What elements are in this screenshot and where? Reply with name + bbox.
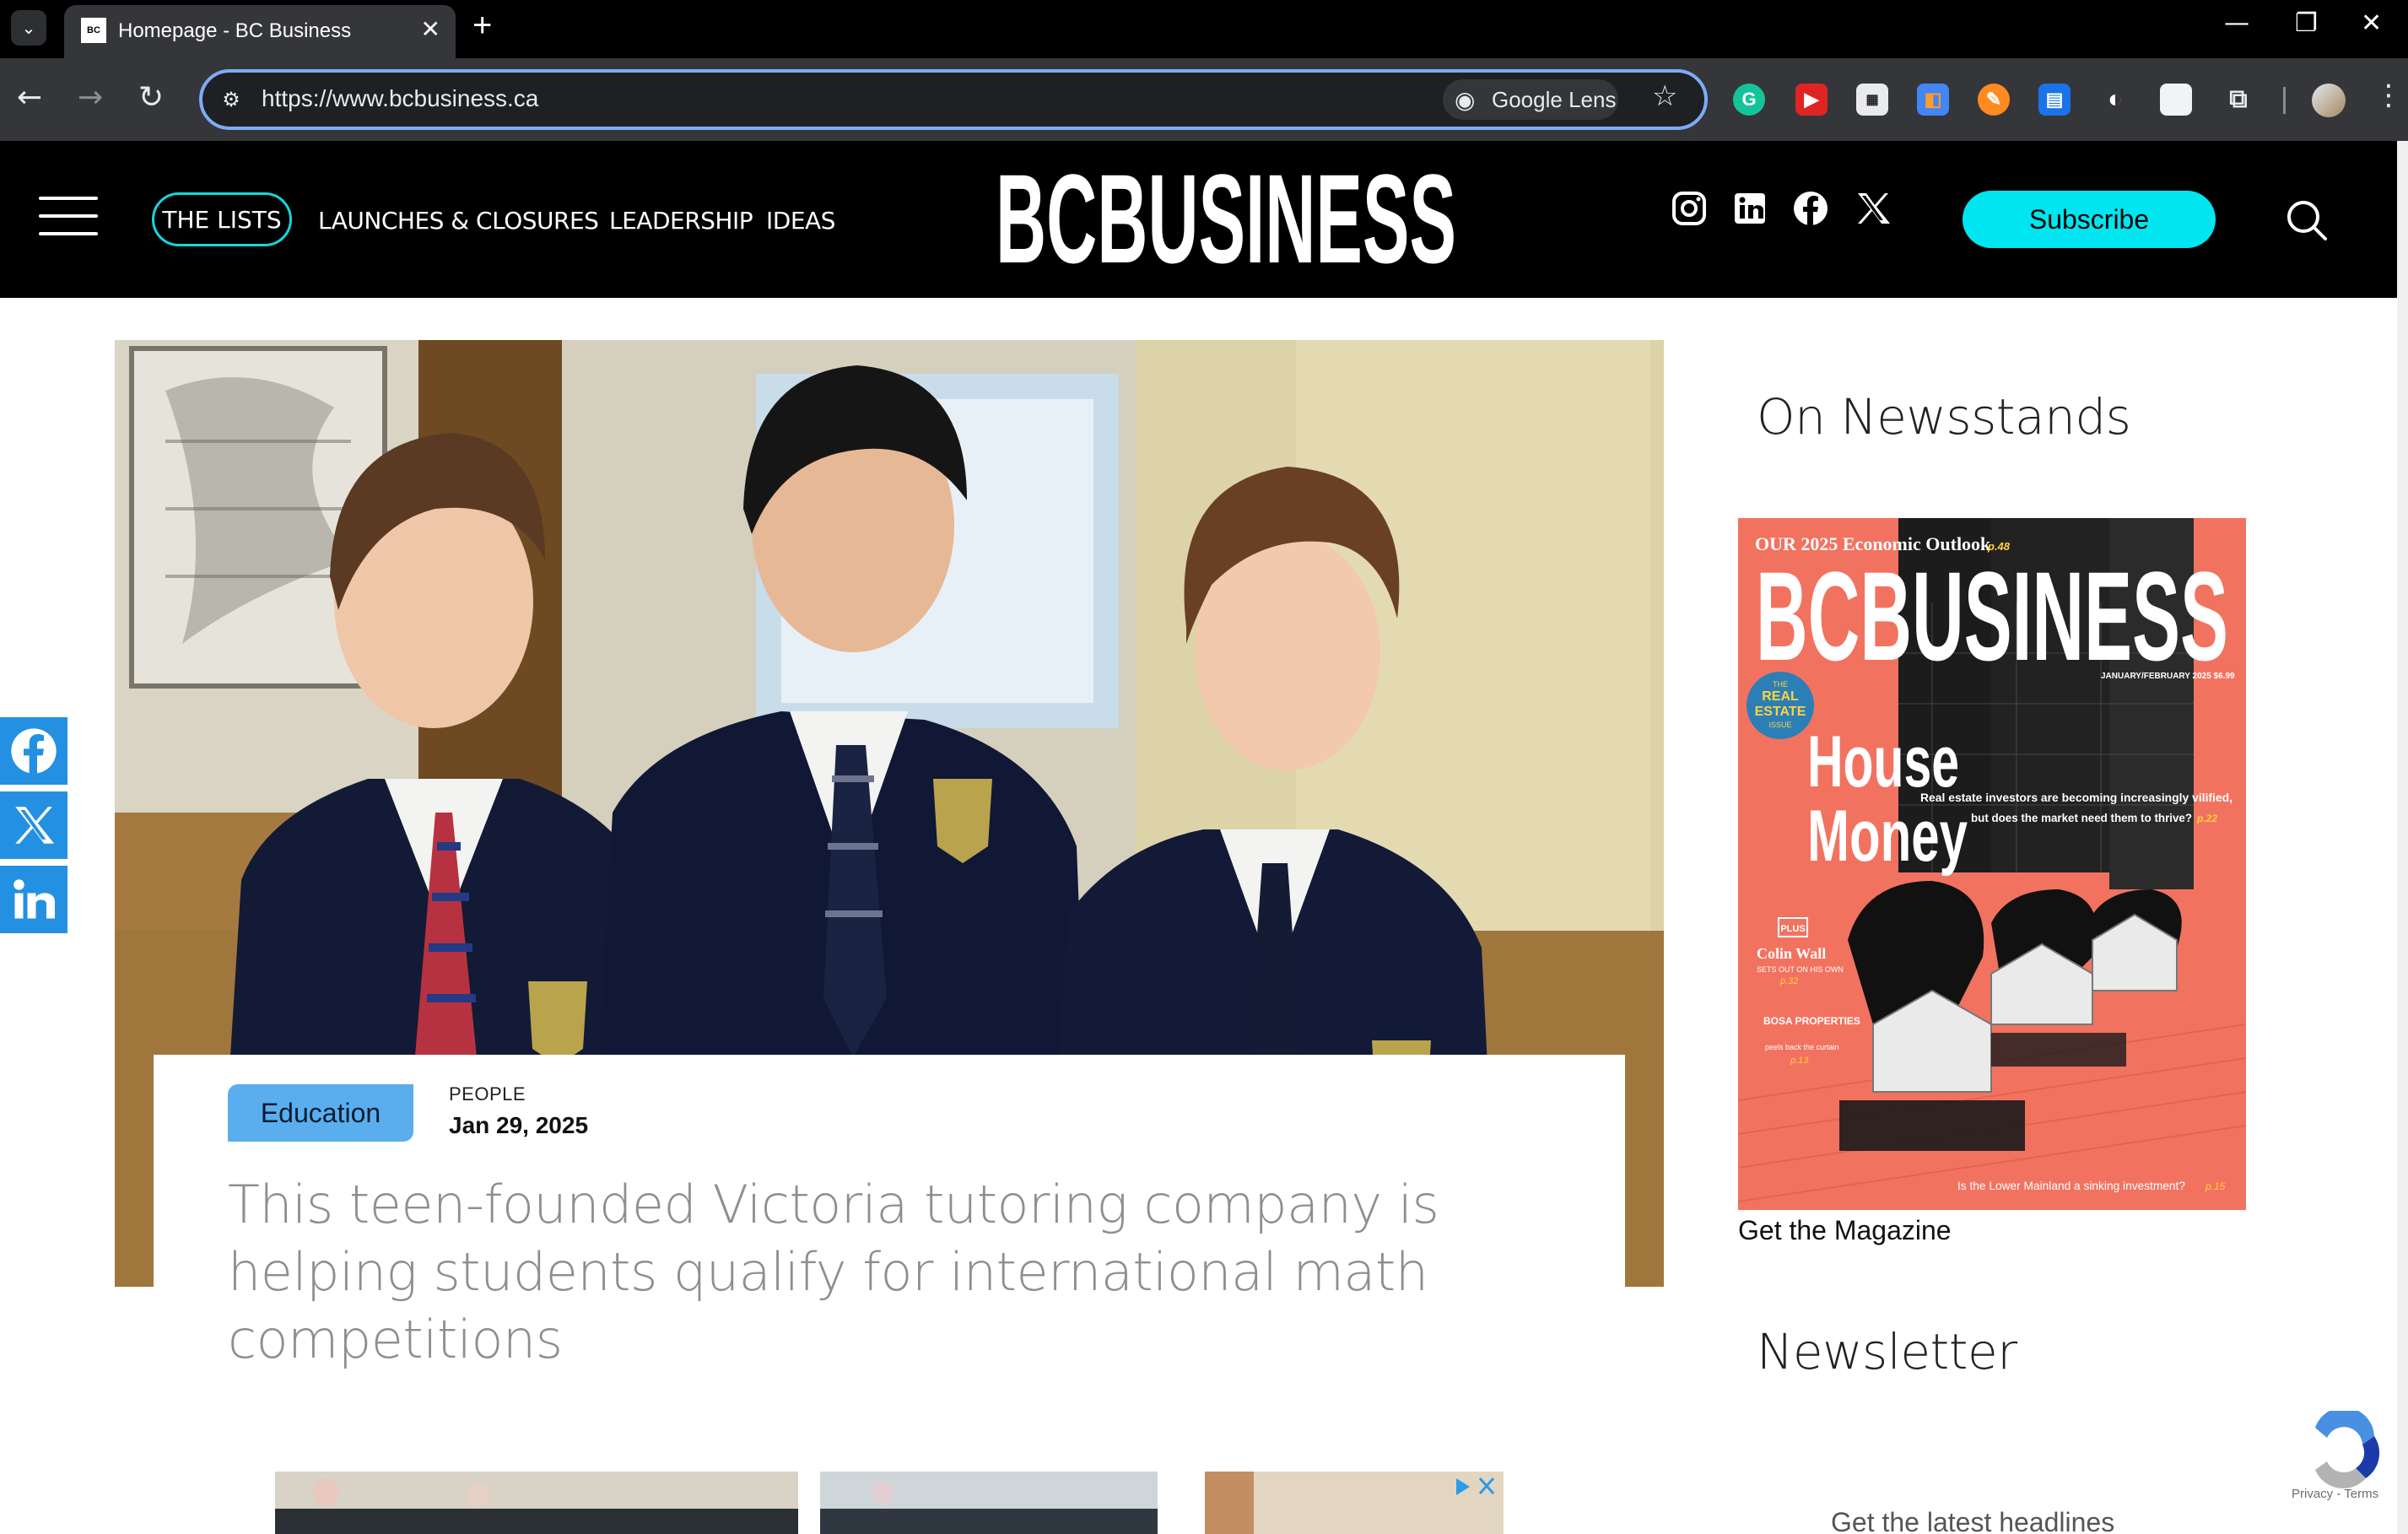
hamburger-menu-icon[interactable] xyxy=(39,197,98,237)
svg-text:THE: THE xyxy=(1773,680,1788,689)
forward-button[interactable]: → xyxy=(78,80,103,115)
browser-toolbar: ← → ↻ ⚙ https://www.bcbusiness.ca ◉ Goog… xyxy=(0,58,2408,141)
share-facebook-button[interactable] xyxy=(0,717,67,785)
linkedin-icon[interactable] xyxy=(1730,188,1770,229)
on-newsstands-heading: On Newsstands xyxy=(1757,388,2131,446)
address-bar[interactable]: ⚙ https://www.bcbusiness.ca ◉ Google Len… xyxy=(199,69,1708,130)
reload-button[interactable]: ↻ xyxy=(138,80,164,115)
tab-favicon: BC xyxy=(81,18,106,43)
youtube-extension-icon[interactable]: ▶ xyxy=(1795,84,1828,116)
back-button[interactable]: ← xyxy=(17,80,42,115)
svg-text:p.15: p.15 xyxy=(2205,1180,2226,1192)
site-info-icon[interactable]: ⚙ xyxy=(214,83,248,116)
svg-text:p.32: p.32 xyxy=(1779,976,1798,986)
svg-text:Colin Wall: Colin Wall xyxy=(1757,945,1826,962)
article-headline[interactable]: This teen-founded Victoria tutoring comp… xyxy=(228,1171,1544,1374)
recaptcha-privacy-link[interactable]: Privacy xyxy=(2292,1487,2333,1501)
site-header: THE LISTS LAUNCHES & CLOSURES LEADERSHIP… xyxy=(0,141,2397,298)
share-linkedin-button[interactable] xyxy=(0,866,67,933)
svg-text:p.13: p.13 xyxy=(1790,1056,1809,1066)
bcbusiness-logo[interactable]: BCBUSINESS xyxy=(992,159,1460,278)
tab-close-icon[interactable]: ✕ xyxy=(421,15,440,43)
tab-title: Homepage - BC Business xyxy=(118,19,352,42)
cover-issue: JANUARY/FEBRUARY 2025 $6.99 xyxy=(2101,672,2235,681)
restore-button[interactable]: ❐ xyxy=(2295,8,2318,38)
svg-text:SETS OUT ON HIS OWN: SETS OUT ON HIS OWN xyxy=(1757,965,1844,974)
instagram-icon[interactable] xyxy=(1669,188,1709,229)
minimize-button[interactable]: — xyxy=(2224,8,2249,38)
svg-text:PLUS: PLUS xyxy=(1780,924,1805,934)
subscribe-button[interactable]: Subscribe xyxy=(1963,191,2216,248)
nav-launches-closures[interactable]: LAUNCHES & CLOSURES xyxy=(318,207,599,235)
page-scrollbar[interactable] xyxy=(2397,141,2408,1534)
recaptcha-terms-link[interactable]: Terms xyxy=(2344,1487,2378,1501)
svg-text:ESTATE: ESTATE xyxy=(1755,705,1806,719)
nav-the-lists[interactable]: THE LISTS xyxy=(152,192,292,246)
article-date: Jan 29, 2025 xyxy=(449,1112,589,1138)
extensions-puzzle-icon[interactable]: ⧉ xyxy=(2222,84,2254,116)
recaptcha-icon xyxy=(2315,1411,2374,1445)
advertisement-banner[interactable] xyxy=(275,1472,1504,1534)
svg-text:p.22: p.22 xyxy=(2196,813,2217,824)
google-lens-label: Google Lens xyxy=(1492,86,1617,112)
google-lens-button[interactable]: ◉ Google Lens xyxy=(1443,79,1618,120)
facebook-icon[interactable] xyxy=(1790,188,1831,229)
cover-masthead: BCBUSINESS xyxy=(1756,545,2228,687)
logo-text: BCBUSINESS xyxy=(996,159,1456,278)
facebook-icon xyxy=(11,728,57,774)
newsletter-subheading: Get the latest headlines xyxy=(1831,1507,2115,1534)
nav-ideas[interactable]: IDEAS xyxy=(766,207,835,235)
get-the-magazine-link[interactable]: Get the Magazine xyxy=(1738,1215,1952,1246)
nav-leadership[interactable]: LEADERSHIP xyxy=(609,207,753,235)
qr-code-extension-icon[interactable]: ▦ xyxy=(1856,84,1888,116)
cover-dek-1: Real estate investors are becoming incre… xyxy=(1920,791,2233,804)
grammarly-extension-icon[interactable]: G xyxy=(1733,84,1765,116)
toolbar-divider xyxy=(2283,87,2286,114)
cover-bottom-line: Is the Lower Mainland a sinking investme… xyxy=(1957,1179,2185,1192)
bookmark-star-icon[interactable]: ☆ xyxy=(1652,79,1677,113)
tab-search-button[interactable]: ⌄ xyxy=(11,10,46,46)
category-badge[interactable]: Education xyxy=(228,1084,413,1142)
svg-text:peels back the curtain: peels back the curtain xyxy=(1765,1043,1839,1051)
close-window-button[interactable]: ✕ xyxy=(2361,8,2382,38)
dark-mode-extension-icon[interactable]: ◐ xyxy=(2099,84,2131,116)
cover-headline-money: Money xyxy=(1807,796,1968,877)
magazine-cover[interactable]: OUR 2025 Economic Outlook p.48 BCBUSINES… xyxy=(1738,518,2246,1210)
newsletter-heading: Newsletter xyxy=(1757,1323,2017,1380)
svg-text:ISSUE: ISSUE xyxy=(1768,721,1791,729)
cover-dek-2: but does the market need them to thrive? xyxy=(1971,811,2192,824)
lens-icon: ◉ xyxy=(1455,87,1476,113)
article-kicker[interactable]: PEOPLE xyxy=(449,1083,526,1105)
search-icon[interactable] xyxy=(2285,198,2329,242)
browser-menu-icon[interactable]: ⋮ xyxy=(2374,78,2403,112)
color-picker-extension-icon[interactable]: ✎ xyxy=(1978,84,2010,116)
new-tab-button[interactable]: + xyxy=(472,7,492,45)
browser-tab[interactable]: BC Homepage - BC Business ✕ xyxy=(64,5,456,58)
translate-extension-icon[interactable]: ◧ xyxy=(1917,84,1949,116)
white-extension-icon[interactable] xyxy=(2160,84,2192,116)
recaptcha-links[interactable]: Privacy - Terms xyxy=(2292,1487,2378,1501)
linkedin-icon xyxy=(13,879,55,919)
layout-extension-icon[interactable]: ▤ xyxy=(2038,84,2071,116)
profile-avatar[interactable] xyxy=(2312,84,2346,117)
svg-text:BOSA PROPERTIES: BOSA PROPERTIES xyxy=(1763,1015,1860,1027)
x-twitter-icon[interactable] xyxy=(1851,188,1892,229)
browser-tab-strip: ⌄ BC Homepage - BC Business ✕ + — ❐ ✕ xyxy=(0,0,2408,58)
url-text[interactable]: https://www.bcbusiness.ca xyxy=(262,85,538,112)
svg-text:REAL: REAL xyxy=(1762,689,1799,704)
share-x-button[interactable] xyxy=(0,791,67,859)
x-twitter-icon xyxy=(15,807,55,844)
